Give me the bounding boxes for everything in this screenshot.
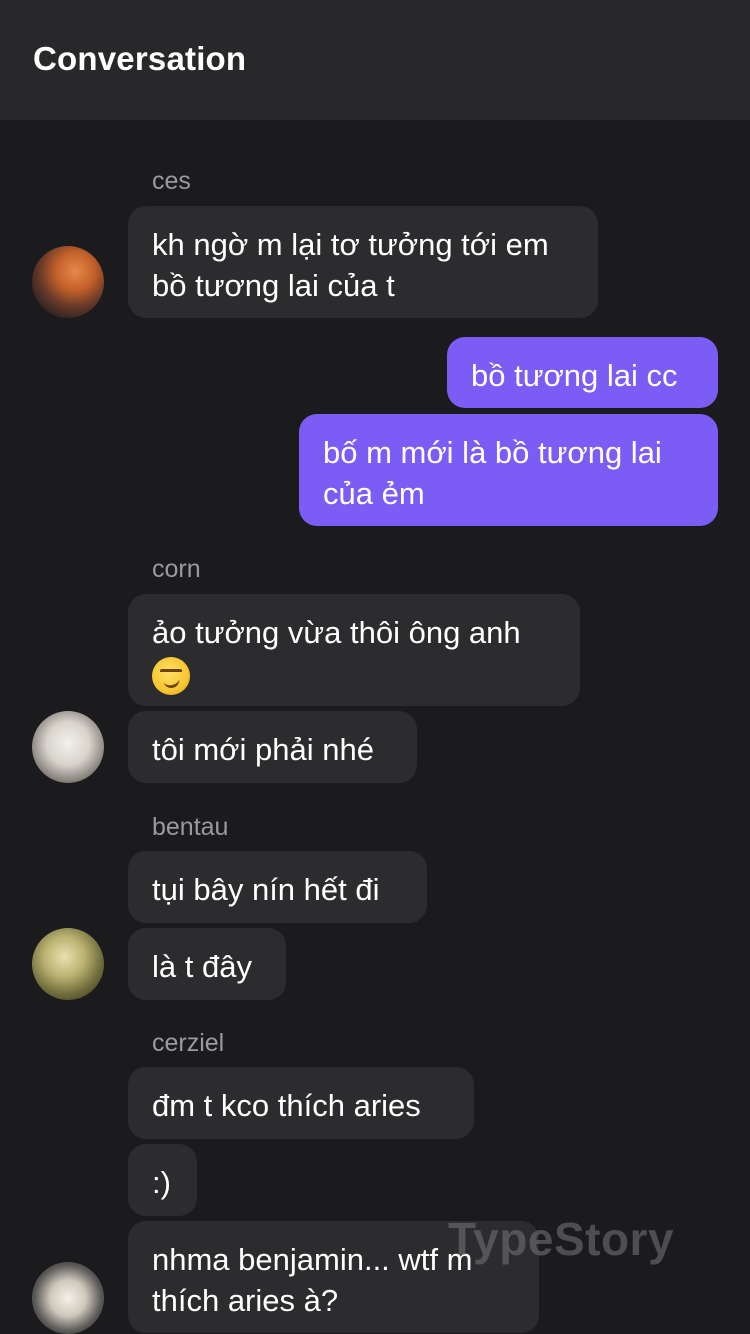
message-bubble[interactable]: ảo tưởng vừa thôi ông anh [128, 594, 580, 706]
user-avatar-icon[interactable] [32, 928, 104, 1000]
user-avatar-icon[interactable] [32, 246, 104, 318]
message-bubble[interactable]: tụi bây nín hết đi [128, 851, 427, 923]
sender-name-cerziel: cerziel [152, 1029, 225, 1057]
page-title: Conversation [33, 40, 247, 77]
message-bubble[interactable]: tôi mới phải nhé [128, 711, 417, 783]
sender-name-corn: corn [152, 555, 201, 583]
header-bar: Conversation [0, 0, 750, 120]
chat-screen: Conversation ces kh ngờ m lại tơ tưởng t… [0, 0, 750, 1334]
user-avatar-icon[interactable] [32, 711, 104, 783]
message-bubble[interactable]: là t đây [128, 928, 286, 1000]
watermark-logo: TypeStory [448, 1213, 675, 1265]
sender-name-bentau: bentau [152, 813, 229, 841]
message-bubble[interactable]: kh ngờ m lại tơ tưởng tới em bồ tương la… [128, 206, 598, 318]
message-bubble-outgoing[interactable]: bồ tương lai cc [447, 337, 718, 408]
message-bubble-outgoing[interactable]: bố m mới là bồ tương lai của ẻm [299, 414, 718, 526]
message-bubble[interactable]: đm t kco thích aries [128, 1067, 474, 1139]
message-text: ảo tưởng vừa thôi ông anh [152, 615, 521, 650]
sender-name-ces: ces [152, 167, 191, 195]
message-bubble[interactable]: :) [128, 1144, 197, 1216]
smirking-face-emoji [152, 656, 190, 695]
user-avatar-icon[interactable] [32, 1262, 104, 1334]
